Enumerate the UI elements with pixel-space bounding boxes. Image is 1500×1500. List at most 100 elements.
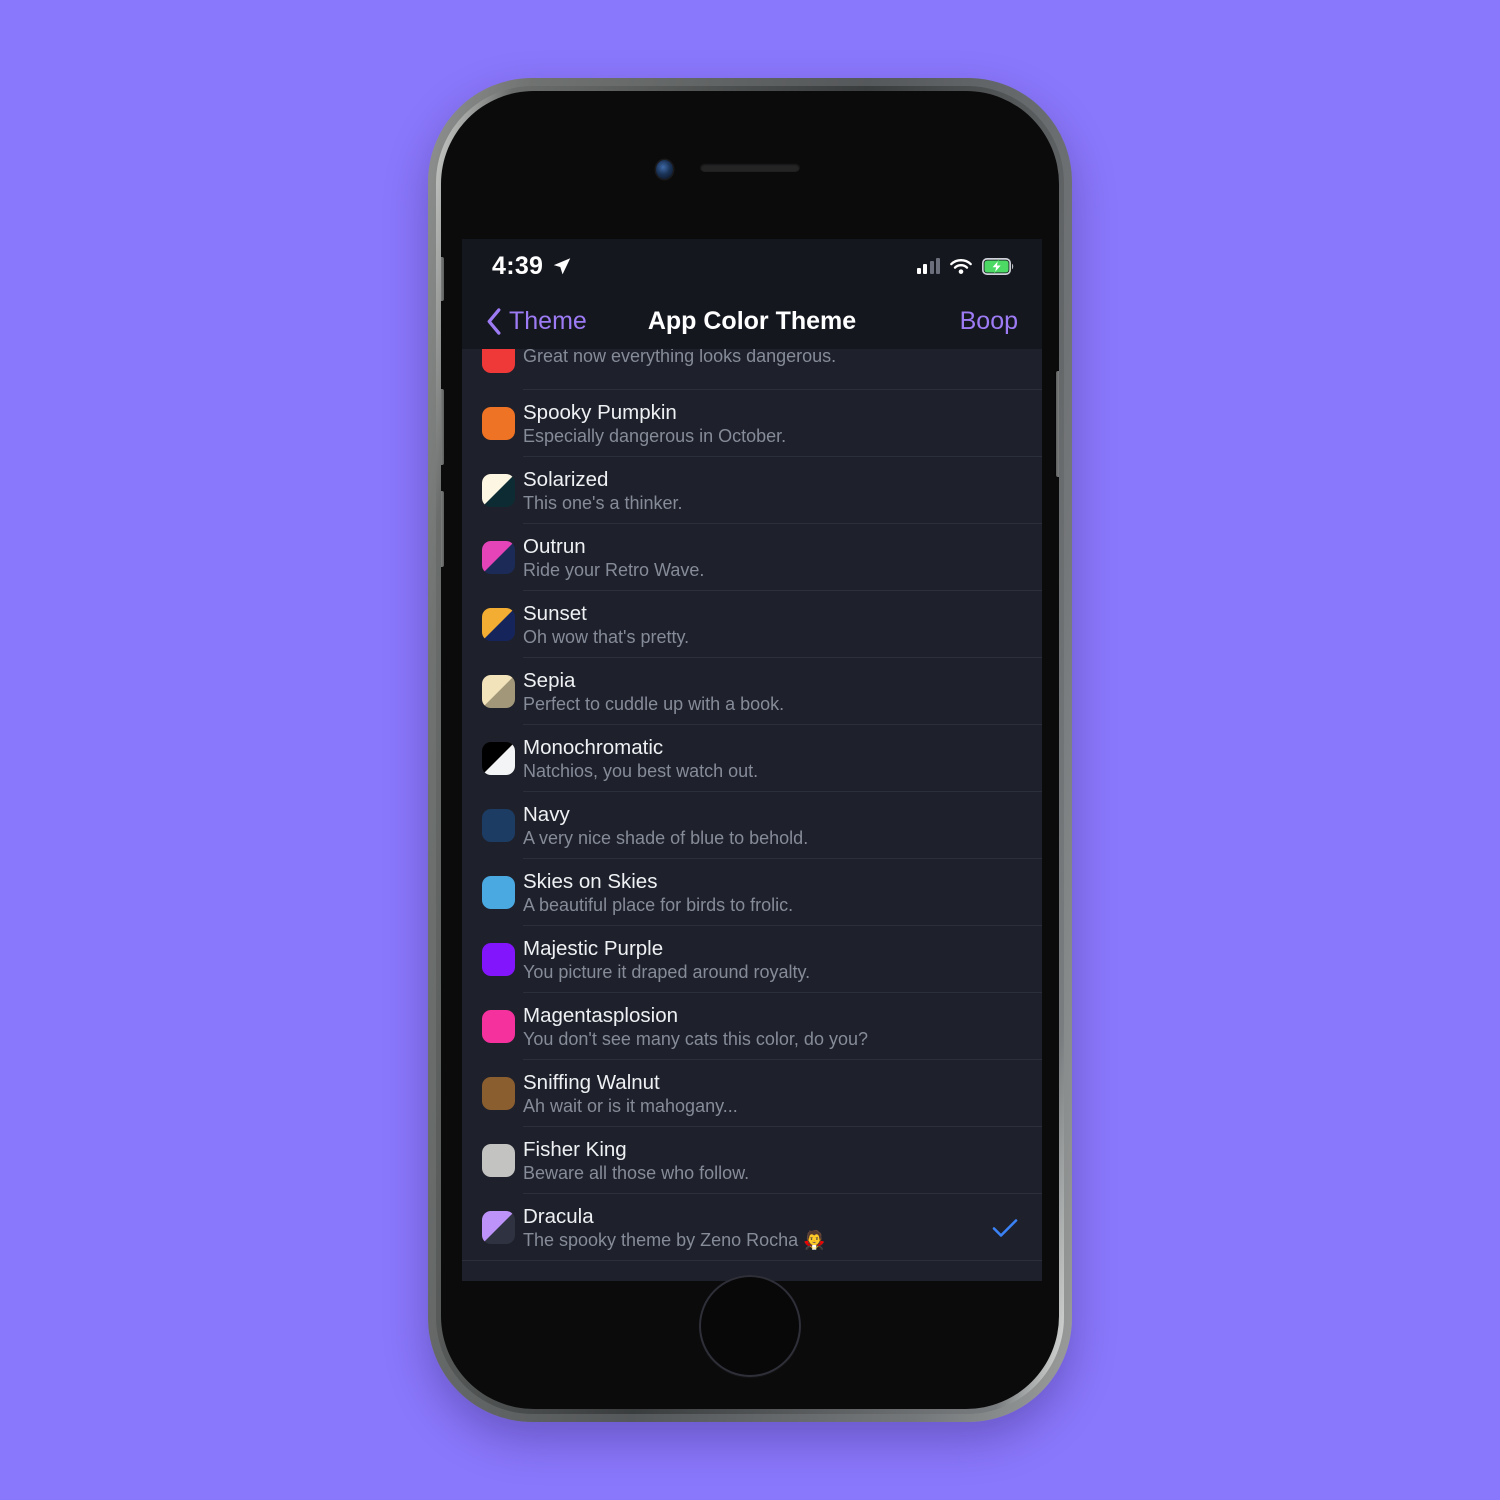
theme-color-swatch [482, 943, 515, 976]
theme-item-title: Skies on Skies [523, 869, 658, 893]
theme-item-text: Sepia Perfect to cuddle up with a book. [523, 668, 992, 716]
back-button-label: Theme [509, 306, 587, 335]
theme-list-item[interactable]: Majestic Purple You picture it draped aro… [462, 926, 1042, 993]
theme-list-item[interactable]: Sepia Perfect to cuddle up with a book. [462, 658, 1042, 725]
checkmark-placeholder [992, 880, 1018, 906]
theme-list-item[interactable]: Sniffing Walnut Ah wait or is it mahogany… [462, 1060, 1042, 1127]
cellular-bars-icon [916, 258, 940, 274]
wifi-icon [950, 258, 972, 274]
theme-item-subtitle: Oh wow that's pretty. [523, 626, 690, 647]
volume-down-button[interactable] [441, 491, 444, 567]
status-bar-left: 4:39 [492, 252, 572, 281]
power-button[interactable] [1056, 371, 1059, 477]
device-bezel-inner: 4:39 Theme App Color Theme Boop Great no… [436, 86, 1064, 1414]
theme-item-title: Monochromatic [523, 735, 664, 759]
battery-charging-icon [982, 257, 1014, 275]
boop-button[interactable]: Boop [960, 307, 1018, 336]
theme-item-subtitle: Ride your Retro Wave. [523, 559, 705, 580]
checkmark-placeholder [992, 1014, 1018, 1040]
theme-color-swatch [482, 876, 515, 909]
status-bar-right [916, 257, 1015, 275]
theme-list-item[interactable]: Skies on Skies A beautiful place for bird… [462, 859, 1042, 926]
checkmark-placeholder [992, 679, 1018, 705]
theme-list[interactable]: Great now everything looks dangerous. Spo… [462, 349, 1042, 1281]
theme-list-item[interactable]: Spooky Pumpkin Especially dangerous in Oc… [462, 390, 1042, 457]
theme-item-subtitle: You picture it draped around royalty. [523, 961, 811, 982]
theme-item-text: Navy A very nice shade of blue to behold. [523, 802, 992, 850]
chevron-left-icon [487, 307, 501, 335]
theme-color-swatch [482, 1077, 515, 1110]
device-body: 4:39 Theme App Color Theme Boop Great no… [441, 91, 1059, 1409]
theme-item-subtitle: A beautiful place for birds to frolic. [523, 894, 794, 915]
theme-list-item[interactable]: Magentasplosion You don't see many cats t… [462, 993, 1042, 1060]
theme-list-item[interactable]: Great now everything looks dangerous. [462, 349, 1042, 390]
checkmark-placeholder [992, 746, 1018, 772]
theme-item-title: Dracula [523, 1204, 594, 1228]
theme-item-subtitle: Great now everything looks dangerous. [523, 349, 837, 366]
theme-item-subtitle: Perfect to cuddle up with a book. [523, 693, 785, 714]
theme-item-title: Spooky Pumpkin [523, 400, 677, 424]
theme-item-subtitle: Especially dangerous in October. [523, 425, 787, 446]
theme-color-swatch [482, 407, 515, 440]
theme-color-swatch [482, 675, 515, 708]
status-bar: 4:39 [462, 239, 1042, 293]
checkmark-placeholder [992, 545, 1018, 571]
theme-item-text: Sniffing Walnut Ah wait or is it mahogany… [523, 1070, 992, 1118]
theme-color-swatch [482, 608, 515, 641]
theme-item-title: Outrun [523, 534, 586, 558]
theme-color-swatch [482, 742, 515, 775]
theme-item-title: Sunset [523, 601, 587, 625]
theme-item-subtitle: This one's a thinker. [523, 492, 683, 513]
earpiece-speaker-grille [700, 163, 800, 172]
theme-item-title: Magentasplosion [523, 1003, 678, 1027]
checkmark-icon [992, 1215, 1018, 1241]
front-camera-icon [656, 160, 673, 179]
theme-item-title: Sepia [523, 668, 576, 692]
theme-list-item[interactable]: Monochromatic Natchios, you best watch ou… [462, 725, 1042, 792]
theme-color-swatch [482, 474, 515, 507]
checkmark-placeholder [992, 947, 1018, 973]
theme-item-subtitle: Beware all those who follow. [523, 1162, 750, 1183]
checkmark-placeholder [992, 1081, 1018, 1107]
theme-color-swatch [482, 349, 515, 373]
back-button[interactable]: Theme [486, 307, 587, 336]
theme-item-text: Sunset Oh wow that's pretty. [523, 601, 992, 649]
theme-item-text: Spooky Pumpkin Especially dangerous in Oc… [523, 400, 992, 448]
theme-color-swatch [482, 1211, 515, 1244]
theme-list-item[interactable]: Solarized This one's a thinker. [462, 457, 1042, 524]
theme-item-text: Great now everything looks dangerous. [523, 349, 992, 368]
theme-color-swatch [482, 809, 515, 842]
iphone-device: 4:39 Theme App Color Theme Boop Great no… [428, 78, 1072, 1422]
navigation-bar: Theme App Color Theme Boop [462, 293, 1042, 349]
theme-item-title: Navy [523, 802, 570, 826]
checkmark-placeholder [992, 612, 1018, 638]
home-button[interactable] [699, 1275, 801, 1377]
theme-item-text: Solarized This one's a thinker. [523, 467, 992, 515]
theme-item-title: Majestic Purple [523, 936, 664, 960]
theme-list-scroller: Great now everything looks dangerous. Spo… [462, 349, 1042, 1261]
theme-list-item[interactable]: Dracula The spooky theme by Zeno Rocha 🧛 [462, 1194, 1042, 1261]
theme-item-text: Magentasplosion You don't see many cats t… [523, 1003, 992, 1051]
theme-list-item[interactable]: Navy A very nice shade of blue to behold. [462, 792, 1042, 859]
location-arrow-icon [554, 257, 571, 274]
checkmark-placeholder [992, 1148, 1018, 1174]
theme-color-swatch [482, 541, 515, 574]
theme-list-item[interactable]: Fisher King Beware all those who follow. [462, 1127, 1042, 1194]
theme-list-item[interactable]: Sunset Oh wow that's pretty. [462, 591, 1042, 658]
status-time: 4:39 [492, 251, 544, 280]
theme-item-text: Fisher King Beware all those who follow. [523, 1137, 992, 1185]
checkmark-placeholder [992, 411, 1018, 437]
theme-item-subtitle: You don't see many cats this color, do y… [523, 1028, 868, 1049]
checkmark-placeholder [992, 349, 1018, 370]
mute-switch-button[interactable] [441, 257, 444, 301]
row-separator [462, 1260, 1042, 1261]
theme-item-text: Skies on Skies A beautiful place for bird… [523, 869, 992, 917]
volume-up-button[interactable] [441, 389, 444, 465]
theme-item-subtitle: A very nice shade of blue to behold. [523, 827, 809, 848]
checkmark-placeholder [992, 478, 1018, 504]
theme-list-item[interactable]: Outrun Ride your Retro Wave. [462, 524, 1042, 591]
theme-item-text: Monochromatic Natchios, you best watch ou… [523, 735, 992, 783]
phone-screen: 4:39 Theme App Color Theme Boop Great no… [462, 239, 1042, 1281]
theme-item-text: Dracula The spooky theme by Zeno Rocha 🧛 [523, 1204, 992, 1252]
checkmark-placeholder [992, 813, 1018, 839]
